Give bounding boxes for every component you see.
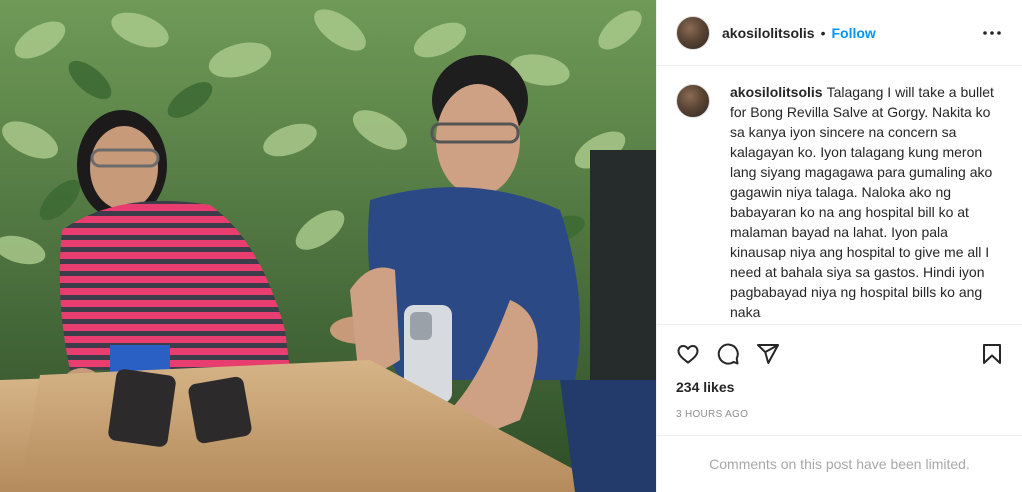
action-bar <box>676 325 1004 383</box>
caption-avatar[interactable] <box>676 84 710 118</box>
comments-limited-notice: Comments on this post have been limited. <box>657 435 1022 492</box>
post-sidebar: akosilolitsolis • Follow akosilolitsolis… <box>656 0 1022 492</box>
post-modal: akosilolitsolis • Follow akosilolitsolis… <box>0 0 1022 492</box>
more-options-icon[interactable] <box>980 21 1004 45</box>
share-icon[interactable] <box>756 342 780 366</box>
post-footer: 234 likes 3 HOURS AGO <box>657 324 1022 423</box>
caption-username[interactable]: akosilolitsolis <box>730 84 823 100</box>
caption-section: akosilolitsolis Talagang I will take a bu… <box>657 66 1022 324</box>
caption: akosilolitsolis Talagang I will take a bu… <box>730 82 1000 322</box>
author-username[interactable]: akosilolitsolis <box>722 25 815 41</box>
author-avatar[interactable] <box>676 15 710 50</box>
post-timestamp[interactable]: 3 HOURS AGO <box>676 409 1004 423</box>
follow-button[interactable]: Follow <box>832 25 876 41</box>
likes-count[interactable]: 234 likes <box>676 379 1004 399</box>
caption-text: Talagang I will take a bullet for Bong R… <box>730 84 994 320</box>
post-header: akosilolitsolis • Follow <box>657 0 1022 66</box>
photo-illustration <box>0 0 656 492</box>
separator-dot: • <box>820 24 826 41</box>
heart-icon[interactable] <box>676 342 700 366</box>
comment-icon[interactable] <box>716 342 740 366</box>
post-photo[interactable] <box>0 0 656 492</box>
bookmark-icon[interactable] <box>980 342 1004 366</box>
